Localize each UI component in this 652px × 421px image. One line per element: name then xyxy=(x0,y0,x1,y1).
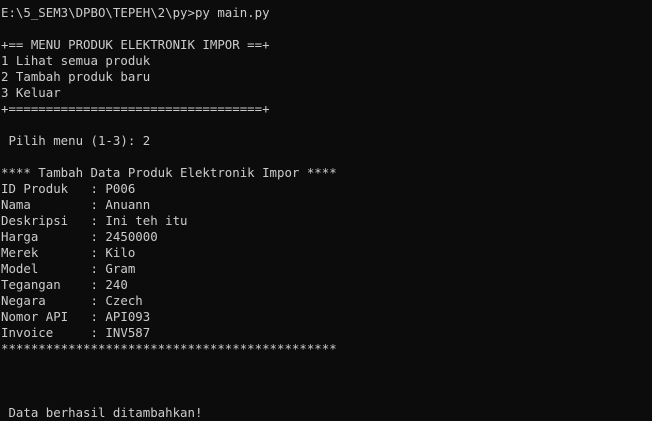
terminal-window[interactable]: E:\5_SEM3\DPBO\TEPEH\2\py>py main.py +==… xyxy=(0,0,652,420)
form-footer: ****************************************… xyxy=(1,341,337,356)
field-harga: Harga : 2450000 xyxy=(1,229,158,244)
field-invoice: Invoice : INV587 xyxy=(1,325,151,340)
menu-item-keluar: 3 Keluar xyxy=(1,85,61,100)
field-nama: Nama : Anuann xyxy=(1,197,151,212)
field-merek: Merek : Kilo xyxy=(1,245,136,260)
field-model: Model : Gram xyxy=(1,261,136,276)
menu-item-lihat: 1 Lihat semua produk xyxy=(1,53,151,68)
field-negara: Negara : Czech xyxy=(1,293,143,308)
form-header: **** Tambah Data Produk Elektronik Impor… xyxy=(1,165,337,180)
menu-choice-line: Pilih menu (1-3): 2 xyxy=(1,133,151,148)
menu-bottom-border: +==================================+ xyxy=(1,101,270,116)
field-tegangan: Tegangan : 240 xyxy=(1,277,128,292)
field-id-produk: ID Produk : P006 xyxy=(1,181,136,196)
menu-top-border: +== MENU PRODUK ELEKTRONIK IMPOR ==+ xyxy=(1,37,270,52)
field-nomor-api: Nomor API : API093 xyxy=(1,309,151,324)
command-prompt-line: E:\5_SEM3\DPBO\TEPEH\2\py>py main.py xyxy=(1,5,270,20)
menu-item-tambah: 2 Tambah produk baru xyxy=(1,69,151,84)
result-message: Data berhasil ditambahkan! xyxy=(1,405,203,420)
field-deskripsi: Deskripsi : Ini teh itu xyxy=(1,213,188,228)
